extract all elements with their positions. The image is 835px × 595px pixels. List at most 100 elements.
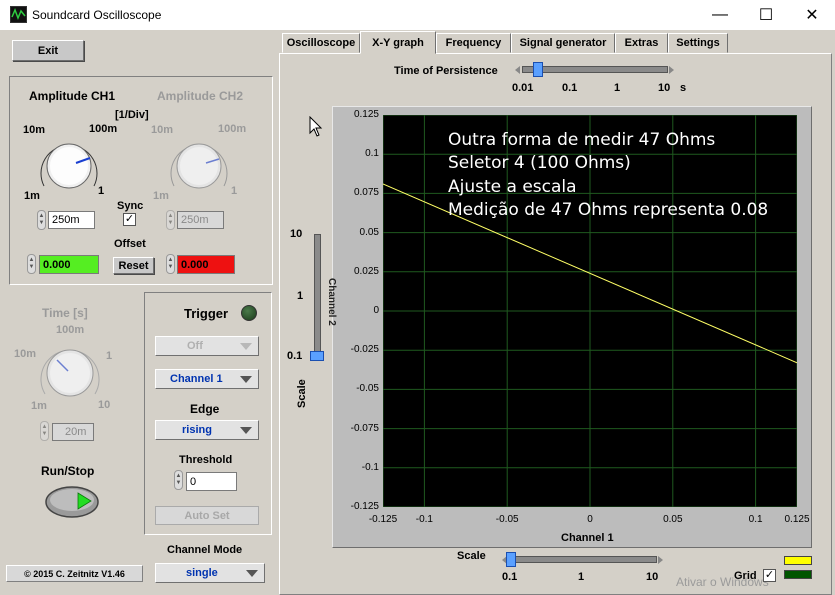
- trigger-channel-select[interactable]: Channel 1: [155, 369, 259, 389]
- edge-select[interactable]: rising: [155, 420, 259, 440]
- persistence-unit: s: [680, 82, 687, 94]
- ch1-value-input[interactable]: 250m: [48, 211, 95, 229]
- y-tick-label: 0.1: [365, 148, 379, 160]
- window-title: Soundcard Oscilloscope: [32, 8, 162, 22]
- tab-oscilloscope[interactable]: Oscilloscope: [282, 33, 360, 53]
- trigger-mode-select: Off: [155, 336, 259, 356]
- time-value-spinner: ▲ ▼: [40, 421, 49, 441]
- exit-button[interactable]: Exit: [12, 40, 84, 61]
- tab-xy-graph[interactable]: X-Y graph: [360, 31, 436, 54]
- persistence-tick-2: 1: [614, 82, 621, 94]
- ch2-amplitude-knob: [170, 143, 228, 189]
- y-tick-label: 0: [373, 305, 379, 316]
- threshold-spinner[interactable]: ▲ ▼: [174, 470, 183, 490]
- time-knob: [40, 349, 100, 397]
- scale-x-label: Scale: [457, 550, 486, 562]
- persistence-slider-track[interactable]: [522, 66, 668, 73]
- scale-x-slider-track[interactable]: [509, 556, 657, 563]
- scale-x-slider-handle[interactable]: [506, 552, 516, 567]
- sync-label: Sync: [117, 200, 144, 212]
- trigger-title: Trigger: [184, 306, 229, 321]
- title-bar: Soundcard Oscilloscope — ☐ ✕: [0, 0, 835, 30]
- channel-mode-label: Channel Mode: [167, 544, 243, 556]
- y-tick-label: -0.025: [350, 344, 379, 356]
- amp-ch1-title: Amplitude CH1: [29, 89, 116, 103]
- ch1-amplitude-knob[interactable]: [34, 134, 104, 196]
- threshold-label: Threshold: [179, 454, 233, 466]
- grid-checkbox[interactable]: ✓: [763, 569, 776, 582]
- chevron-down-icon: [240, 427, 252, 434]
- scale-y-label: Scale: [296, 379, 308, 408]
- time-title: Time [s]: [42, 306, 88, 320]
- x-axis-label: Channel 1: [561, 532, 614, 544]
- annotation-line-3: Ajuste a escala: [448, 177, 577, 197]
- offset-ch1-spinner[interactable]: ▲ ▼: [27, 254, 36, 274]
- scale-x-tick-0: 0.1: [502, 571, 518, 583]
- scale-y-slider-track[interactable]: [314, 234, 321, 358]
- scale-y-tick-1: 1: [297, 290, 304, 302]
- xy-graph[interactable]: [383, 115, 797, 507]
- persistence-tick-3: 10: [658, 82, 671, 94]
- tab-settings[interactable]: Settings: [668, 33, 728, 53]
- x-tick-label: 0.125: [784, 514, 810, 525]
- offset-ch1-input[interactable]: 0.000: [39, 255, 99, 274]
- time-value-input: 20m: [52, 423, 94, 441]
- annotation-line-2: Seletor 4 (100 Ohms): [448, 153, 631, 173]
- y-tick-label: 0.075: [353, 187, 379, 199]
- tab-extras[interactable]: Extras: [615, 33, 668, 53]
- grid-label: Grid: [734, 570, 757, 582]
- y-tick-label: -0.1: [361, 461, 379, 473]
- y-tick-label: -0.125: [350, 501, 379, 512]
- runstop-label: Run/Stop: [41, 464, 95, 478]
- tab-frequency[interactable]: Frequency: [436, 33, 511, 53]
- annotation-line-1: Outra forma de medir 47 Ohms: [448, 130, 716, 150]
- x-tick-label: -0.125: [368, 514, 398, 525]
- persistence-right-arrow-icon: [669, 66, 674, 74]
- x-tick-label: 0.1: [748, 514, 763, 525]
- ch2-color-swatch[interactable]: [784, 570, 812, 579]
- runstop-button[interactable]: [44, 484, 100, 520]
- scale-x-right-arrow-icon: [658, 556, 663, 564]
- ch1-color-swatch[interactable]: [784, 556, 812, 565]
- time-knob-label-10m: 10m: [14, 348, 37, 360]
- persistence-label: Time of Persistence: [394, 65, 498, 77]
- threshold-input[interactable]: 0: [186, 472, 237, 491]
- time-knob-label-100m: 100m: [56, 324, 85, 336]
- minimize-button[interactable]: —: [697, 0, 743, 30]
- offset-label: Offset: [114, 238, 146, 250]
- persistence-tick-0: 0.01: [512, 82, 534, 94]
- amp-ch2-title: Amplitude CH2: [157, 89, 244, 103]
- copyright-label: © 2015 C. Zeitnitz V1.46: [6, 565, 143, 582]
- tab-signal-generator[interactable]: Signal generator: [511, 33, 615, 53]
- y-tick-label: -0.05: [356, 383, 379, 395]
- close-button[interactable]: ✕: [789, 0, 835, 30]
- ch2-value-spinner: ▲ ▼: [166, 210, 175, 230]
- x-tick-label: 0.05: [663, 514, 683, 525]
- maximize-button[interactable]: ☐: [743, 0, 789, 30]
- ch1-value-spinner[interactable]: ▲ ▼: [37, 210, 46, 230]
- scale-y-tick-2: 0.1: [287, 350, 303, 362]
- autoset-button: Auto Set: [155, 506, 259, 525]
- x-tick-label: 0: [587, 514, 593, 525]
- ch2-value-input: 250m: [177, 211, 224, 229]
- y-tick-label: 0.025: [353, 265, 379, 277]
- offset-ch2-spinner[interactable]: ▲ ▼: [166, 254, 175, 274]
- chevron-down-icon: [240, 376, 252, 383]
- x-tick-label: -0.05: [495, 514, 519, 525]
- chevron-down-icon: [240, 343, 252, 350]
- offset-reset-button[interactable]: Reset: [113, 257, 154, 274]
- offset-ch2-input[interactable]: 0.000: [177, 255, 235, 274]
- persistence-tick-1: 0.1: [562, 82, 578, 94]
- annotation-line-4: Medição de 47 Ohms representa 0.08: [448, 200, 769, 220]
- persistence-slider-handle[interactable]: [533, 62, 543, 77]
- sync-checkbox[interactable]: ✓: [123, 213, 136, 226]
- y-tick-label: -0.075: [350, 422, 379, 434]
- y-tick-label: 0.125: [353, 109, 379, 120]
- y-axis-label: Channel 2: [326, 278, 337, 326]
- trigger-indicator-led: [241, 305, 257, 321]
- chevron-down-icon: [246, 570, 258, 577]
- channel-mode-select[interactable]: single: [155, 563, 265, 583]
- scale-y-slider-handle[interactable]: [310, 351, 324, 361]
- persistence-left-arrow-icon: [515, 66, 520, 74]
- edge-label: Edge: [190, 402, 220, 416]
